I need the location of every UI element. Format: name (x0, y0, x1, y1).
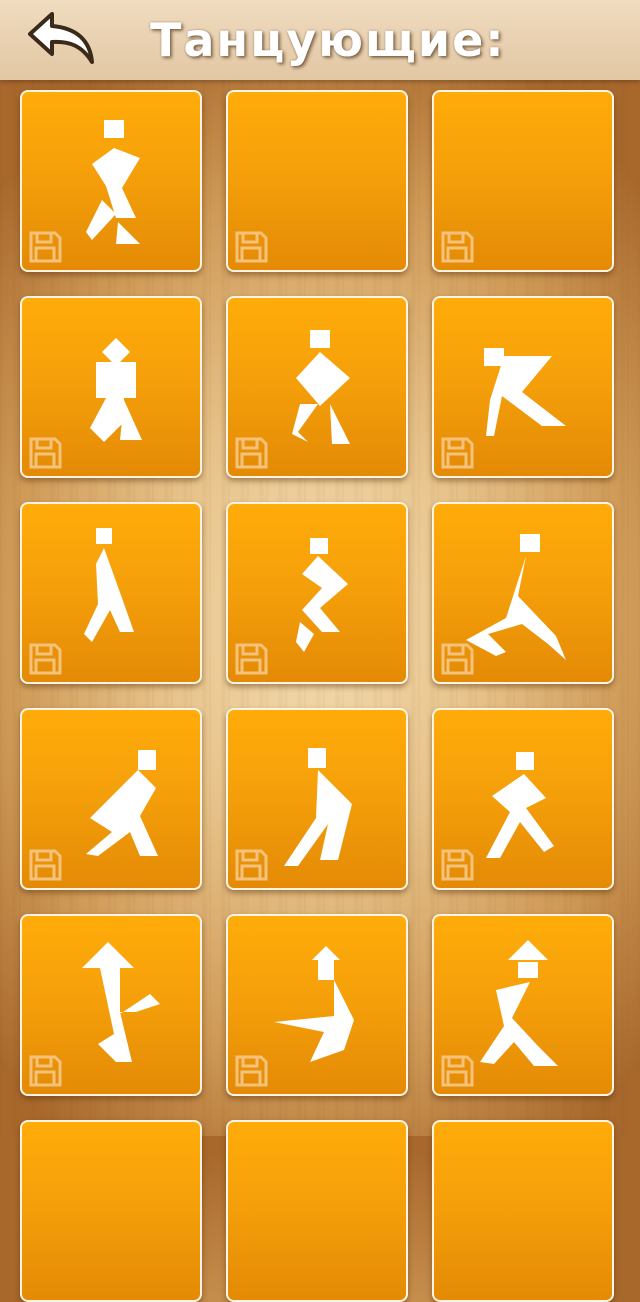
puzzle-tile[interactable] (432, 1120, 614, 1302)
puzzle-tile[interactable] (20, 502, 202, 684)
puzzle-tile[interactable] (20, 90, 202, 272)
save-icon (29, 231, 62, 263)
puzzle-tile[interactable] (20, 1120, 202, 1302)
save-icon (441, 849, 474, 881)
save-icon (29, 643, 62, 675)
top-bar: Танцующие: (0, 0, 640, 80)
save-icon (29, 437, 62, 469)
save-icon (235, 849, 268, 881)
save-icon (441, 1055, 474, 1087)
puzzle-tile[interactable] (20, 914, 202, 1096)
puzzle-tile[interactable] (20, 296, 202, 478)
puzzle-tile[interactable] (432, 502, 614, 684)
save-icon (235, 231, 268, 263)
puzzle-tile[interactable] (226, 296, 408, 478)
save-icon (235, 437, 268, 469)
page-title: Танцующие: (150, 13, 506, 67)
save-icon (441, 643, 474, 675)
save-icon (29, 849, 62, 881)
puzzle-tile[interactable] (226, 1120, 408, 1302)
back-arrow-icon (28, 12, 94, 64)
puzzle-tile[interactable] (20, 708, 202, 890)
puzzle-tile[interactable] (226, 708, 408, 890)
puzzle-tile[interactable] (226, 90, 408, 272)
save-icon (235, 1055, 268, 1087)
puzzle-tile[interactable] (226, 502, 408, 684)
puzzle-tile[interactable] (432, 296, 614, 478)
save-icon (29, 1055, 62, 1087)
puzzle-tile[interactable] (226, 914, 408, 1096)
back-button[interactable] (22, 8, 106, 68)
puzzle-tile[interactable] (432, 708, 614, 890)
puzzle-tile[interactable] (432, 90, 614, 272)
puzzle-tile[interactable] (432, 914, 614, 1096)
save-icon (441, 437, 474, 469)
save-icon (441, 231, 474, 263)
save-icon (235, 643, 268, 675)
